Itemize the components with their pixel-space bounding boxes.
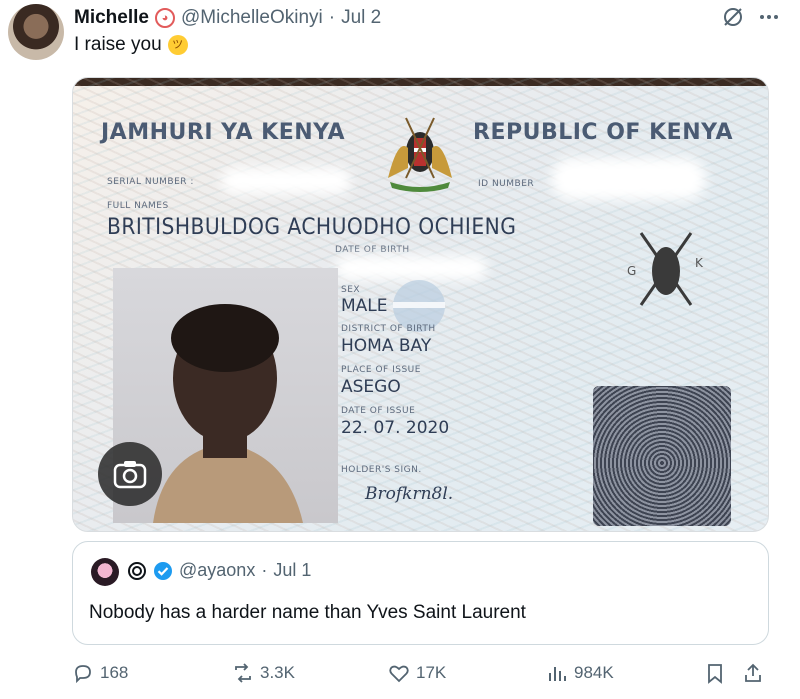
heart-icon	[389, 665, 409, 683]
redacted-id-number	[551, 158, 706, 200]
redacted-dob	[335, 256, 487, 280]
svg-text:K: K	[695, 256, 704, 270]
clown-face-icon: ◕	[154, 8, 175, 28]
repost-icon	[235, 663, 251, 683]
tweet-date[interactable]: Jul 2	[341, 7, 381, 29]
quoted-author-avatar[interactable]	[91, 558, 119, 586]
district-label: DISTRICT OF BIRTH	[341, 324, 436, 334]
top-actions	[722, 6, 780, 34]
serial-number-label: SERIAL NUMBER :	[107, 177, 194, 187]
share-button[interactable]	[742, 662, 764, 684]
grok-icon[interactable]	[722, 6, 744, 34]
tweet-media-image[interactable]: JAMHURI YA KENYA REPUBLIC OF KENYA SERIA…	[72, 77, 769, 532]
coat-of-arms-icon	[388, 117, 452, 192]
place-of-issue-value: ASEGO	[341, 377, 401, 397]
tweet-text: I raise you ツ	[74, 34, 188, 56]
svg-text:G: G	[627, 264, 636, 278]
card-title-english: REPUBLIC OF KENYA	[473, 120, 733, 145]
like-button[interactable]: 17K	[388, 662, 446, 684]
card-title-swahili: JAMHURI YA KENYA	[101, 120, 346, 145]
full-name-value: BRITISHBULDOG ACHUODHO OCHIENG	[107, 215, 517, 240]
district-value: HOMA BAY	[341, 336, 432, 356]
dob-label: DATE OF BIRTH	[335, 245, 410, 255]
redacted-serial	[221, 168, 351, 194]
views-button[interactable]: 984K	[546, 662, 614, 684]
full-names-label: FULL NAMES	[107, 201, 169, 211]
views-chart-icon	[549, 667, 566, 681]
sex-label: SEX	[341, 285, 361, 295]
bookmark-icon	[708, 664, 722, 684]
quoted-tweet-header: @ayaonx · Jul 1	[127, 560, 311, 581]
tweet-text-content: I raise you	[74, 34, 162, 55]
camera-scan-icon	[113, 461, 147, 489]
sex-value: MALE	[341, 296, 388, 316]
views-count: 984K	[574, 663, 614, 682]
holder-sign-label: HOLDER'S SIGN.	[341, 465, 422, 475]
action-bar: 168 3.3K 17K 984K	[72, 662, 772, 690]
quoted-date[interactable]: Jul 1	[273, 560, 311, 581]
bookmark-button[interactable]	[704, 662, 726, 684]
more-options-icon[interactable]	[758, 6, 780, 34]
quoted-separator: ·	[261, 560, 268, 580]
author-name[interactable]: Michelle	[74, 7, 149, 29]
date-of-issue-value: 22. 07. 2020	[341, 418, 450, 438]
quoted-tweet[interactable]: @ayaonx · Jul 1 Nobody has a harder name…	[72, 541, 769, 645]
reply-count: 168	[100, 663, 129, 682]
repost-button[interactable]: 3.3K	[232, 662, 295, 684]
image-scan-button[interactable]	[98, 442, 162, 506]
place-of-issue-label: PLACE OF ISSUE	[341, 365, 421, 375]
repost-count: 3.3K	[260, 663, 295, 682]
id-number-label: ID NUMBER	[478, 179, 535, 189]
like-count: 17K	[416, 663, 447, 682]
verified-badge-icon	[154, 561, 172, 580]
gk-emblem-icon: G K	[627, 232, 704, 306]
holder-signature: Brofkrn8l.	[365, 484, 454, 504]
date-of-issue-label: DATE OF ISSUE	[341, 406, 416, 416]
zany-face-icon: ツ	[167, 35, 188, 55]
spiral-icon	[128, 561, 146, 580]
quoted-text: Nobody has a harder name than Yves Saint…	[89, 602, 526, 623]
quoted-handle[interactable]: @ayaonx	[179, 560, 255, 581]
author-avatar[interactable]	[8, 4, 64, 60]
tweet-header: Michelle ◕ @MichelleOkinyi · Jul 2	[74, 6, 381, 30]
reply-button[interactable]: 168	[72, 662, 128, 684]
share-icon	[745, 663, 761, 682]
thumbprint	[593, 386, 731, 526]
author-handle[interactable]: @MichelleOkinyi	[181, 7, 323, 29]
reply-icon	[75, 665, 91, 684]
separator: ·	[328, 7, 336, 28]
